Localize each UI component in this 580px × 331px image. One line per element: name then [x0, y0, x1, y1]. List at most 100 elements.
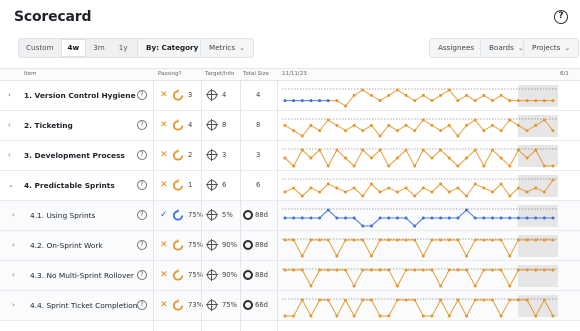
- age-circle-icon: [243, 210, 253, 220]
- data-point: [482, 164, 486, 168]
- help-icon[interactable]: ?: [137, 180, 147, 190]
- series-segment: [379, 149, 390, 167]
- series-segment: [379, 125, 390, 137]
- data-point: [283, 238, 287, 242]
- data-point: [473, 284, 477, 288]
- data-point: [421, 254, 425, 258]
- passing-value: 4: [188, 121, 193, 129]
- table-row[interactable]: › 4.4. Sprint Ticket Completion? ✕ 73% 75% 66…: [0, 291, 580, 321]
- table-row[interactable]: › 3. Development Process? ✕ 2 3 3: [0, 141, 580, 171]
- series-segment: [474, 94, 485, 102]
- chevron-right-icon[interactable]: ›: [8, 121, 11, 129]
- data-point: [421, 216, 425, 220]
- data-point: [551, 216, 555, 220]
- range-4w[interactable]: 4w: [60, 39, 87, 57]
- chevron-right-icon[interactable]: ›: [8, 91, 11, 99]
- age-circle-icon: [243, 240, 253, 250]
- table-row[interactable]: › 4.1. Using Sprints? ✓ 75% 5% 88d: [0, 201, 580, 231]
- row-name: 4.3. No Multi-Sprint Rollover: [30, 271, 134, 280]
- data-point: [344, 104, 348, 108]
- help-icon[interactable]: ?: [137, 240, 147, 250]
- data-point: [430, 216, 434, 220]
- data-point: [534, 123, 538, 127]
- help-icon[interactable]: ?: [137, 270, 147, 280]
- table-row[interactable]: ⌄ 4. Predictable Sprints? ✕ 1 6 6: [0, 171, 580, 201]
- series-segment: [414, 149, 424, 167]
- data-point: [447, 190, 451, 194]
- data-point: [439, 129, 443, 133]
- data-point: [430, 99, 434, 103]
- data-point: [421, 268, 425, 272]
- data-point: [447, 238, 451, 242]
- data-point: [395, 216, 399, 220]
- target-icon: [206, 239, 218, 251]
- table-row[interactable]: › 4.2. On-Sprint Work? ✕ 75% 90% 88d: [0, 231, 580, 261]
- data-point: [482, 129, 486, 133]
- progress-ring-icon: [172, 299, 184, 311]
- x-icon: ✕: [160, 150, 168, 160]
- data-point: [456, 268, 460, 272]
- data-point: [369, 93, 373, 97]
- data-point: [525, 129, 529, 133]
- help-icon[interactable]: ?: [137, 300, 147, 310]
- data-point: [551, 99, 555, 103]
- target-icon: [206, 269, 218, 281]
- table-row[interactable]: › 1. Version Control Hygiene? ✕ 3 4 4: [0, 81, 580, 111]
- data-point: [473, 99, 477, 103]
- series-segment: [345, 299, 355, 317]
- data-point: [508, 99, 512, 103]
- projects-dropdown[interactable]: Projects ⌄: [523, 38, 580, 58]
- data-point: [283, 123, 287, 127]
- data-point: [516, 216, 520, 220]
- data-point: [499, 156, 503, 160]
- series-segment: [414, 119, 424, 131]
- series-segment: [388, 269, 398, 287]
- data-point: [283, 156, 287, 160]
- series-segment: [293, 187, 303, 197]
- data-point: [542, 268, 546, 272]
- series-segment: [440, 124, 450, 132]
- help-icon[interactable]: ?: [554, 10, 568, 24]
- chevron-right-icon[interactable]: ›: [8, 151, 11, 159]
- data-point: [421, 93, 425, 97]
- passing-value: 2: [188, 151, 193, 159]
- sparkline-chart: [282, 145, 558, 168]
- data-point: [516, 123, 520, 127]
- data-point: [395, 298, 399, 302]
- series-segment: [414, 299, 424, 317]
- data-point: [534, 186, 538, 190]
- chevron-down-icon[interactable]: ⌄: [8, 181, 14, 189]
- series-segment: [440, 89, 450, 96]
- data-point: [387, 164, 391, 168]
- series-segment: [353, 89, 364, 96]
- chevron-right-icon[interactable]: ›: [12, 211, 15, 219]
- help-icon[interactable]: ?: [137, 150, 147, 160]
- data-point: [525, 216, 529, 220]
- range-1y[interactable]: 1y: [112, 39, 135, 57]
- data-point: [387, 186, 391, 190]
- series-segment: [345, 95, 355, 107]
- table-row[interactable]: › 4.3. No Multi-Sprint Rollover? ✕ 75% 90% 88…: [0, 261, 580, 291]
- series-segment: [319, 209, 329, 219]
- help-icon[interactable]: ?: [137, 90, 147, 100]
- data-point: [300, 216, 304, 220]
- chevron-right-icon[interactable]: ›: [12, 271, 15, 279]
- series-segment: [483, 149, 493, 167]
- series-segment: [301, 125, 312, 137]
- metrics-dropdown[interactable]: Metrics ⌄: [200, 38, 254, 58]
- chevron-right-icon[interactable]: ›: [12, 301, 15, 309]
- table-row[interactable]: › 2. Ticketing? ✕ 4 8 8: [0, 111, 580, 141]
- chevron-right-icon[interactable]: ›: [12, 241, 15, 249]
- range-3m[interactable]: 3m: [86, 39, 112, 57]
- data-point: [395, 190, 399, 194]
- range-custom[interactable]: Custom: [19, 39, 61, 57]
- divider: [240, 81, 241, 331]
- help-icon[interactable]: ?: [137, 120, 147, 130]
- data-point: [439, 148, 443, 152]
- data-point: [335, 314, 339, 318]
- series-segment: [414, 187, 424, 197]
- series-segment: [388, 157, 398, 167]
- help-icon[interactable]: ?: [137, 210, 147, 220]
- series-segment: [345, 157, 355, 167]
- col-passing: Passing?: [158, 71, 182, 77]
